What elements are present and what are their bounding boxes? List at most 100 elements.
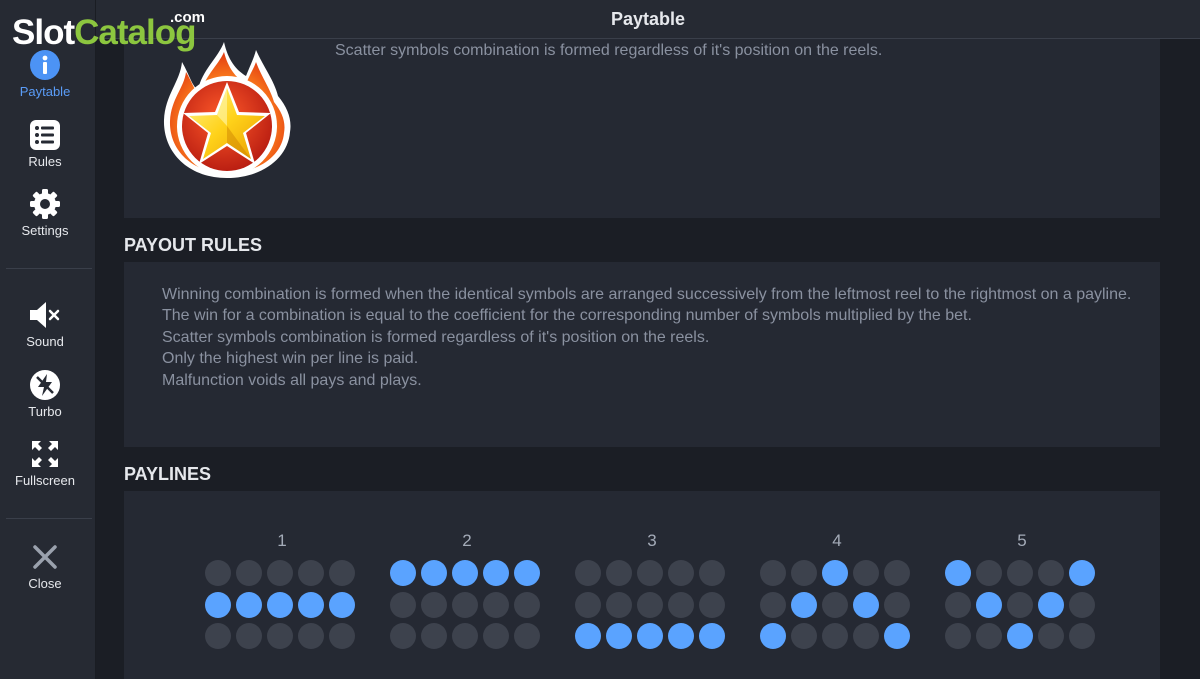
payline-dot-active (822, 560, 848, 586)
payline-dot (483, 591, 509, 618)
gear-icon (28, 187, 62, 221)
payline-dot (760, 591, 786, 618)
rule-line: Winning combination is formed when the i… (162, 286, 1132, 303)
payout-rules-text: Winning combination is formed when the i… (162, 284, 1142, 391)
payline-dot-active (945, 560, 971, 586)
payline-dot (421, 623, 447, 649)
payline-dot-active (884, 623, 910, 649)
payline-number: 5 (1017, 531, 1027, 550)
payline-dot (945, 591, 971, 618)
payline-dot (514, 591, 540, 618)
payline-dot (267, 623, 293, 649)
payline-grid (390, 560, 540, 649)
rule-line: Malfunction voids all pays and plays. (162, 371, 422, 389)
payline-dot (483, 623, 509, 649)
sidebar-item-label: Settings (21, 223, 69, 238)
payline-dot (205, 623, 231, 649)
payline-dot (637, 560, 663, 586)
payline-number: 4 (832, 531, 842, 550)
sidebar-item-fullscreen[interactable]: Fullscreen (0, 437, 90, 488)
payline-dot (575, 560, 601, 586)
payline-dot-active (1038, 591, 1064, 618)
flaming-star-icon (158, 40, 296, 182)
rule-line: Scatter symbols combination is formed re… (162, 328, 710, 346)
rule-line: The win for a combination is equal to th… (162, 307, 972, 325)
payline-dot (1007, 560, 1033, 586)
sidebar-item-label: Turbo (28, 404, 62, 419)
payline-grid (205, 560, 355, 649)
payline-dot-active (760, 623, 786, 649)
payline-dot-active (483, 560, 509, 586)
payline-dot (236, 623, 262, 649)
payline-dot-active (699, 623, 725, 649)
payline-dot-active (514, 560, 540, 586)
paylines-title: PAYLINES (124, 464, 212, 484)
payline-dot (267, 560, 293, 586)
sidebar-item-close[interactable]: Close (0, 540, 90, 591)
sidebar-item-sound[interactable]: Sound (0, 298, 90, 349)
payline-dot (1007, 591, 1033, 618)
payline-dot-active (267, 591, 293, 618)
scatter-description: Scatter symbols combination is formed re… (335, 42, 883, 59)
payline-dot-active (575, 623, 601, 649)
payline-dot-active (1007, 623, 1033, 649)
header-bar: Paytable (96, 0, 1200, 39)
sidebar-item-label: Close (28, 576, 62, 591)
payline-dot (791, 560, 817, 586)
payline-dot (514, 623, 540, 649)
payline-dot (421, 591, 447, 618)
payline-dot (1069, 591, 1095, 618)
sidebar-divider (6, 518, 92, 519)
payline-grid (945, 560, 1095, 649)
payline-dot-active (236, 591, 262, 618)
sidebar-item-label: Rules (28, 154, 62, 169)
payline-dot (668, 560, 694, 586)
sound-muted-icon (28, 298, 62, 332)
payline-number: 1 (277, 531, 287, 550)
payline-dot (976, 560, 1002, 586)
payline-dot (853, 623, 879, 649)
payline-dot (1038, 623, 1064, 649)
payline-dot (853, 560, 879, 586)
sidebar-item-turbo[interactable]: Turbo (0, 368, 90, 419)
payline-dot (884, 560, 910, 586)
payline-dot-active (637, 623, 663, 649)
payline-dot-active (1069, 560, 1095, 586)
payline-dot-active (205, 591, 231, 618)
sidebar-item-label: Fullscreen (15, 473, 75, 488)
payline-dot (205, 560, 231, 586)
payline-dot (329, 560, 355, 586)
payline-dot (760, 560, 786, 586)
fullscreen-icon (28, 437, 62, 471)
payline-dot (791, 623, 817, 649)
payline-dot (1069, 623, 1095, 649)
payline-dot (390, 623, 416, 649)
payline-dot-active (668, 623, 694, 649)
payline-dot (822, 623, 848, 649)
payline-dot (452, 591, 478, 618)
payline-dot (699, 591, 725, 618)
sidebar-item-rules[interactable]: Rules (0, 118, 90, 169)
rule-line: Only the highest win per line is paid. (162, 350, 419, 368)
payline-dot (699, 560, 725, 586)
sidebar: Paytable Rules Settings Sound Turbo Full… (0, 0, 96, 679)
payline-dot (575, 591, 601, 618)
payline-dot (452, 623, 478, 649)
page-title: Paytable (610, 9, 686, 29)
turbo-icon (28, 368, 62, 402)
payline-number: 2 (462, 531, 472, 550)
payline-dot-active (329, 591, 355, 618)
sidebar-item-settings[interactable]: Settings (0, 187, 90, 238)
payline-dot (606, 560, 632, 586)
logo-text: Slot (12, 13, 75, 52)
payline-dot (1038, 560, 1064, 586)
payline-dot (884, 591, 910, 618)
payline-dot-active (976, 591, 1002, 618)
payline-dot-active (853, 591, 879, 618)
payline-grid (575, 560, 725, 649)
payline-grid (760, 560, 910, 649)
payline-dot (976, 623, 1002, 649)
payline-dot (298, 623, 324, 649)
payline-dot (236, 560, 262, 586)
payline-dot-active (791, 591, 817, 618)
